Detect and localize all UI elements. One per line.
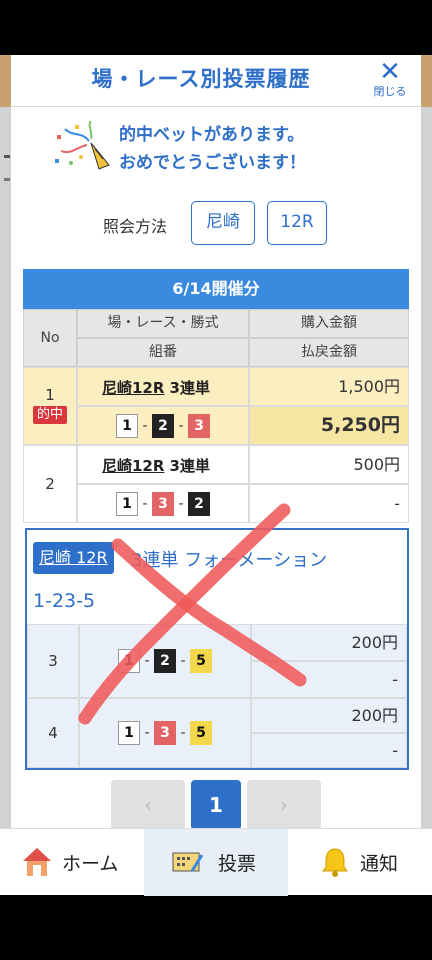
combo-separator: -	[178, 418, 184, 434]
venue-race-badge[interactable]: 尼崎 12R	[33, 542, 114, 574]
formation-group: 尼崎 12R 3連単 フォーメーション 1-23-5 3 1-2-5 200円 …	[25, 528, 409, 770]
background-mark	[4, 155, 10, 158]
purchase-amount: 500円	[249, 445, 409, 484]
close-label: 閉じる	[373, 85, 407, 98]
pager-prev-button[interactable]: ‹	[111, 780, 185, 830]
tab-home[interactable]: ホーム	[0, 829, 144, 896]
formation-header: 尼崎 12R 3連単 フォーメーション 1-23-5	[27, 530, 407, 624]
combo-separator: -	[142, 496, 148, 512]
combo-separator: -	[180, 725, 186, 741]
bell-icon	[322, 848, 348, 877]
bet-type: 3連単	[169, 379, 210, 397]
boat-number: 1	[118, 649, 140, 673]
combo-separator: -	[144, 653, 150, 669]
row-number: 1	[45, 386, 55, 404]
payout-amount: 5,250円	[249, 406, 409, 445]
boat-number: 5	[190, 649, 212, 673]
boat-number: 5	[190, 721, 212, 745]
race-cell: 尼崎12R 3連単	[77, 367, 249, 406]
modal-title: 場・レース別投票履歴	[91, 67, 311, 91]
bet-history-modal: 場・レース別投票履歴 ✕ 閉じる 的中ベットがあります。 おめでとうございます！…	[11, 55, 421, 830]
boat-number: 3	[152, 492, 174, 516]
combo-separator: -	[180, 653, 186, 669]
close-button[interactable]: ✕ 閉じる	[365, 59, 415, 103]
party-popper-icon	[55, 121, 110, 170]
home-icon	[23, 848, 51, 876]
venue-filter-button[interactable]: 尼崎	[191, 201, 255, 245]
combo-cell: 1-3-5	[79, 698, 251, 768]
race-cell: 尼崎12R 3連単	[77, 445, 249, 484]
header-payout: 払戻金額	[249, 338, 409, 367]
tab-label: 投票	[218, 853, 257, 875]
pager-page-1-button[interactable]: 1	[191, 780, 241, 830]
congrats-message: 的中ベットがあります。 おめでとうございます！	[119, 121, 409, 177]
header-no: No	[23, 309, 77, 367]
meeting-date-header: 6/14開催分	[23, 269, 409, 309]
boat-number: 1	[116, 414, 138, 438]
bet-type: 3連単	[169, 457, 210, 475]
combo-separator: -	[144, 725, 150, 741]
boat-number: 3	[154, 721, 176, 745]
race-link[interactable]: 尼崎12R	[102, 457, 164, 475]
combo-cell: 1-2-5	[79, 624, 251, 698]
background-mark	[4, 178, 10, 181]
header-purchase: 購入金額	[249, 309, 409, 338]
table-row: 2	[23, 445, 77, 523]
combo-cell: 1-2-3	[77, 406, 249, 445]
boat-number: 1	[116, 492, 138, 516]
hit-badge: 的中	[32, 406, 67, 424]
bottom-tab-bar: ホーム 投票 通知	[0, 828, 432, 896]
combo-separator: -	[142, 418, 148, 434]
payout-amount: -	[251, 661, 407, 698]
tab-label: 通知	[360, 853, 399, 875]
congrats-line: おめでとうございます！	[119, 153, 306, 173]
boat-number: 2	[188, 492, 210, 516]
boat-number: 2	[154, 649, 176, 673]
payout-amount: -	[251, 733, 407, 768]
close-icon: ✕	[379, 57, 401, 87]
tab-label: ホーム	[62, 853, 119, 875]
inquiry-method-label: 照会方法	[103, 217, 168, 236]
payout-amount: -	[249, 484, 409, 523]
boat-number: 1	[118, 721, 140, 745]
race-filter-button[interactable]: 12R	[267, 201, 327, 245]
formation-combo: 1-23-5	[33, 590, 96, 612]
table-row: 1 的中	[23, 367, 77, 445]
purchase-amount: 200円	[251, 624, 407, 661]
pager-next-button[interactable]: ›	[247, 780, 321, 830]
table-row: 3	[27, 624, 79, 698]
congrats-line: 的中ベットがあります。	[119, 125, 305, 145]
ticket-icon	[172, 852, 204, 872]
table-row: 4	[27, 698, 79, 768]
header-combo: 組番	[77, 338, 249, 367]
boat-number: 2	[152, 414, 174, 438]
boat-number: 3	[188, 414, 210, 438]
modal-header: 場・レース別投票履歴 ✕ 閉じる	[11, 55, 421, 107]
tab-vote[interactable]: 投票	[144, 829, 288, 896]
formation-bet-type: 3連単 フォーメーション	[131, 550, 328, 571]
combo-cell: 1-3-2	[77, 484, 249, 523]
purchase-amount: 200円	[251, 698, 407, 733]
race-link[interactable]: 尼崎12R	[102, 379, 164, 397]
combo-separator: -	[178, 496, 184, 512]
purchase-amount: 1,500円	[249, 367, 409, 406]
header-race-type: 場・レース・勝式	[77, 309, 249, 338]
tab-notifications[interactable]: 通知	[288, 829, 432, 896]
